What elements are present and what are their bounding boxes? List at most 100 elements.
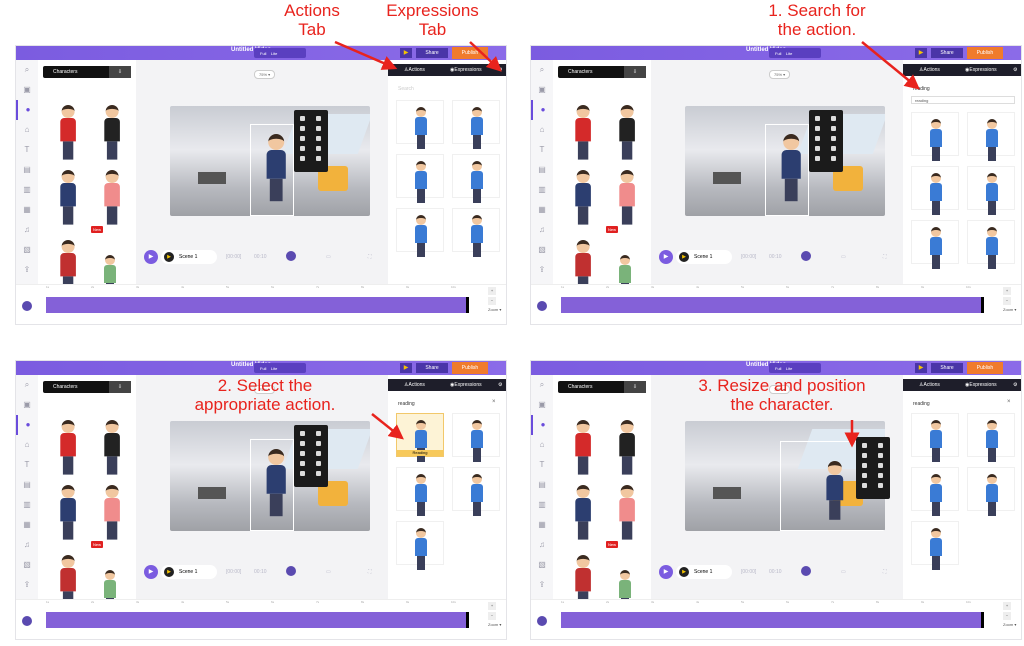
action-thumbnail[interactable] [396, 467, 444, 516]
action-thumbnail[interactable] [452, 100, 500, 149]
tab-characters-alt[interactable]: ⇩ [624, 381, 646, 393]
character-figure[interactable] [929, 173, 943, 215]
character-figure[interactable] [985, 227, 999, 269]
selection-box[interactable] [250, 439, 294, 531]
settings-icon[interactable]: ⚙ [1013, 379, 1017, 391]
character-figure[interactable] [929, 227, 943, 269]
zoom-in-button[interactable]: + [488, 287, 496, 295]
zoom-in-button[interactable]: + [1003, 287, 1011, 295]
character-figure[interactable] [470, 420, 484, 462]
play-button[interactable]: ▶ [144, 250, 158, 264]
settings-icon[interactable]: ⚙ [498, 379, 502, 391]
mode-toggle[interactable]: Full Lite [769, 48, 821, 58]
layout-icon[interactable]: ▦ [16, 200, 38, 220]
chart-icon[interactable]: ▥ [531, 180, 553, 200]
scene-icon[interactable]: ▣ [531, 395, 553, 415]
text-icon[interactable]: T [531, 140, 553, 160]
action-thumbnail[interactable] [911, 112, 959, 161]
share-button[interactable]: Share [416, 48, 448, 58]
scene-play-icon[interactable]: ▶ [679, 252, 689, 262]
character-figure[interactable] [574, 420, 592, 475]
action-thumbnail[interactable] [911, 166, 959, 215]
tab-actions[interactable]: ♙ Actions [404, 379, 425, 391]
image-icon[interactable]: ▧ [16, 240, 38, 260]
zoom-dropdown[interactable]: 75% ▾ [254, 70, 276, 79]
action-thumbnail[interactable] [396, 208, 444, 257]
zoom-label[interactable]: Zoom ▾ [1003, 307, 1016, 312]
tab-expressions[interactable]: ◉ Expressions [450, 64, 482, 76]
action-thumbnail[interactable] [452, 413, 500, 462]
text-icon[interactable]: T [531, 455, 553, 475]
character-icon[interactable]: ● [531, 100, 553, 120]
tab-actions[interactable]: ♙ Actions [404, 64, 425, 76]
action-thumbnail[interactable] [911, 220, 959, 269]
character-figure[interactable] [985, 119, 999, 161]
play-button[interactable]: ▶ [144, 565, 158, 579]
publish-button[interactable]: Publish [967, 47, 1003, 59]
character-figure[interactable] [985, 474, 999, 516]
play-button[interactable]: ▶ [659, 250, 673, 264]
scene-selector[interactable]: ▶ Scene 1 [676, 250, 732, 264]
action-thumbnail[interactable] [911, 413, 959, 462]
character-figure[interactable] [103, 420, 121, 475]
action-search-input[interactable]: reading [913, 84, 1013, 94]
upload-icon[interactable]: ⇪ [531, 260, 553, 280]
screen-icon[interactable]: ▭ [326, 569, 331, 575]
layout-icon[interactable]: ▦ [16, 515, 38, 535]
scene-selector[interactable]: ▶ Scene 1 [161, 565, 217, 579]
character-figure[interactable] [929, 119, 943, 161]
character-icon[interactable]: ● [16, 100, 38, 120]
search-suggestion[interactable]: reading [911, 96, 1015, 104]
tab-characters[interactable]: Characters ⇩ [43, 66, 131, 78]
action-search-input[interactable]: reading [913, 399, 1013, 409]
character-figure[interactable] [103, 105, 121, 160]
scene-track[interactable] [46, 297, 469, 313]
zoom-in-button[interactable]: + [1003, 602, 1011, 610]
action-thumbnail[interactable] [911, 521, 959, 570]
video-stage[interactable] [685, 421, 885, 531]
video-stage[interactable] [170, 421, 370, 531]
action-thumbnail[interactable]: Reading [396, 413, 444, 462]
music-icon[interactable]: ♫ [16, 535, 38, 555]
scene-play-icon[interactable]: ▶ [679, 567, 689, 577]
chart-icon[interactable]: ▥ [16, 495, 38, 515]
character-figure[interactable] [103, 485, 121, 540]
music-icon[interactable]: ♫ [16, 220, 38, 240]
media-icon[interactable]: ▤ [531, 160, 553, 180]
character-figure[interactable] [929, 420, 943, 462]
music-icon[interactable]: ♫ [531, 220, 553, 240]
publish-button[interactable]: Publish [452, 362, 488, 374]
scene-track[interactable] [46, 612, 469, 628]
character-figure[interactable] [103, 170, 121, 225]
tab-expressions[interactable]: ◉ Expressions [965, 64, 997, 76]
tab-characters-alt[interactable]: ⇩ [109, 66, 131, 78]
tab-characters-alt[interactable]: ⇩ [624, 66, 646, 78]
action-thumbnail[interactable] [967, 112, 1015, 161]
fullscreen-icon[interactable]: ⛶ [368, 569, 372, 575]
character-figure[interactable] [618, 105, 636, 160]
scene-icon[interactable]: ▣ [16, 80, 38, 100]
props-icon[interactable]: ⌂ [531, 120, 553, 140]
character-track-avatar[interactable] [537, 616, 547, 626]
image-icon[interactable]: ▧ [531, 555, 553, 575]
video-stage[interactable] [170, 106, 370, 216]
character-figure[interactable] [59, 105, 77, 160]
share-button[interactable]: Share [931, 48, 963, 58]
character-figure[interactable] [414, 474, 428, 516]
action-search-input[interactable]: reading [398, 399, 498, 409]
character-figure[interactable] [414, 528, 428, 570]
mode-toggle[interactable]: Full Lite [769, 363, 821, 373]
tab-characters[interactable]: Characters ⇩ [43, 381, 131, 393]
fullscreen-icon[interactable]: ⛶ [883, 569, 887, 575]
selection-box[interactable] [765, 124, 809, 216]
character-figure[interactable] [929, 474, 943, 516]
mode-toggle[interactable]: Full Lite [254, 48, 306, 58]
zoom-out-button[interactable]: − [488, 297, 496, 305]
scene-play-icon[interactable]: ▶ [164, 567, 174, 577]
character-figure[interactable] [574, 485, 592, 540]
screen-icon[interactable]: ▭ [326, 254, 331, 260]
character-figure[interactable] [59, 420, 77, 475]
play-button[interactable]: ▶ [659, 565, 673, 579]
scene-selector[interactable]: ▶ Scene 1 [676, 565, 732, 579]
tab-characters[interactable]: Characters ⇩ [558, 66, 646, 78]
